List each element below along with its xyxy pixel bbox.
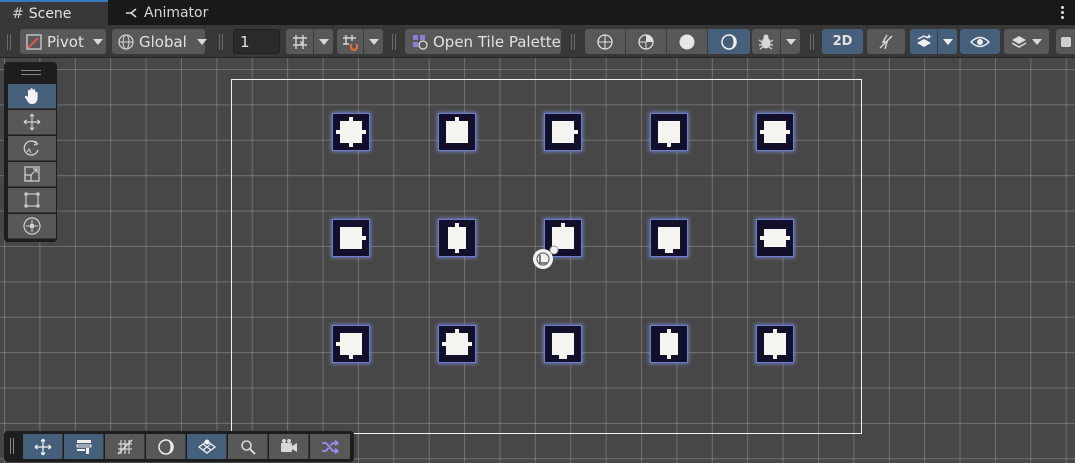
tile-right-icon[interactable] (332, 219, 370, 257)
tile-palette-icon (411, 33, 429, 51)
tab-scene-label: Scene (28, 5, 72, 22)
tile-right-icon[interactable] (544, 113, 582, 151)
shuffle-icon[interactable] (310, 434, 350, 459)
global-dropdown[interactable]: Global (112, 29, 207, 54)
transform-icon[interactable] (8, 214, 56, 239)
animator-graph-icon (125, 7, 139, 19)
window-tab-bar: # Scene Animator (0, 0, 1075, 25)
grid-snapping-group (286, 29, 333, 54)
tile-up-down-icon[interactable] (756, 325, 794, 363)
tile-4way-icon[interactable] (332, 113, 370, 151)
tile-left-right-icon[interactable] (756, 219, 794, 257)
increment-snap-icon[interactable] (337, 29, 364, 54)
rotate-icon[interactable] (8, 136, 56, 161)
scene-toolbar: Pivot Global 1 Open Tile Palette 2D (0, 25, 1075, 58)
move-icon[interactable] (8, 110, 56, 135)
rect-icon[interactable] (8, 188, 56, 213)
toolbar-grip[interactable] (7, 34, 11, 50)
scale-icon[interactable] (8, 162, 56, 187)
bottom-overlay-toolbar (4, 431, 354, 462)
tile-up-down-icon[interactable] (650, 325, 688, 363)
overflow-button[interactable] (1056, 29, 1075, 54)
chevron-down-icon[interactable] (938, 29, 957, 54)
hash-grid-icon: # (12, 5, 24, 22)
grid-size-field[interactable]: 1 (233, 29, 280, 54)
camera-icon[interactable] (269, 434, 309, 459)
chevron-down-icon[interactable] (314, 29, 333, 54)
scene-viewport[interactable] (0, 58, 1075, 463)
tilemap-focus-icon[interactable] (187, 434, 227, 459)
tile-down-icon[interactable] (650, 219, 688, 257)
hand-icon[interactable] (8, 84, 56, 109)
lighting-off-icon (877, 33, 895, 51)
eye-icon (970, 35, 990, 49)
chevron-down-icon (1032, 38, 1042, 45)
tile-4way-icon[interactable] (438, 325, 476, 363)
tile-up-down-icon[interactable] (438, 219, 476, 257)
grid-snap-icon[interactable] (286, 29, 314, 54)
tab-animator[interactable]: Animator (113, 0, 223, 25)
bug-icon[interactable] (752, 29, 781, 54)
pivot-icon (25, 33, 43, 51)
open-tile-palette-button[interactable]: Open Tile Palette (405, 29, 561, 54)
toolbar-separator (219, 34, 223, 50)
tile-left-right-icon[interactable] (756, 113, 794, 151)
chevron-down-icon (92, 38, 103, 45)
debug-mode-group (752, 29, 800, 54)
vertical-ellipsis-icon[interactable] (1057, 2, 1067, 22)
shaded-icon[interactable] (667, 29, 708, 54)
pivot-handle-icon[interactable] (529, 243, 561, 273)
draw-mode-group (585, 29, 750, 54)
stack-layers-icon (1011, 34, 1027, 50)
toolbar-separator (392, 34, 396, 50)
overlay-drag-handle[interactable] (21, 70, 41, 75)
unlit-icon[interactable] (708, 29, 750, 54)
scene-lighting-toggle[interactable] (867, 29, 905, 54)
scene-effects-group (910, 29, 957, 54)
chevron-down-icon (196, 38, 207, 45)
pivot-label: Pivot (47, 32, 84, 51)
gizmos-dropdown[interactable] (1004, 29, 1049, 54)
tile-down-icon[interactable] (650, 113, 688, 151)
globe-icon (117, 33, 135, 51)
tab-animator-label: Animator (144, 4, 209, 21)
chevron-down-icon[interactable] (364, 29, 383, 54)
shading-icon[interactable] (146, 434, 186, 459)
wireframe-icon[interactable] (585, 29, 626, 54)
scene-visibility-toggle[interactable] (960, 29, 1000, 54)
tile-down-icon[interactable] (438, 113, 476, 151)
tab-scene[interactable]: # Scene (0, 0, 108, 25)
2d-mode-toggle[interactable]: 2D (822, 29, 863, 54)
effects-layers-icon[interactable] (910, 29, 938, 54)
tools-overlay (4, 62, 57, 242)
chevron-down-icon[interactable] (781, 29, 800, 54)
toolbar-separator (810, 34, 814, 50)
properties-icon[interactable] (64, 434, 104, 459)
tile-up-down-icon[interactable] (544, 325, 582, 363)
toolbar-separator (571, 34, 575, 50)
search-icon[interactable] (228, 434, 268, 459)
open-tile-palette-label: Open Tile Palette (433, 32, 561, 51)
shaded-wireframe-icon[interactable] (626, 29, 667, 54)
more-icon (1061, 36, 1071, 47)
global-label: Global (139, 32, 187, 51)
pivot-dropdown[interactable]: Pivot (20, 29, 106, 54)
grid-toggle-icon[interactable] (105, 434, 145, 459)
increment-snapping-group (337, 29, 383, 54)
overlay-drag-handle[interactable] (10, 438, 14, 454)
tile-left-right-icon[interactable] (332, 325, 370, 363)
move-icon[interactable] (23, 434, 63, 459)
